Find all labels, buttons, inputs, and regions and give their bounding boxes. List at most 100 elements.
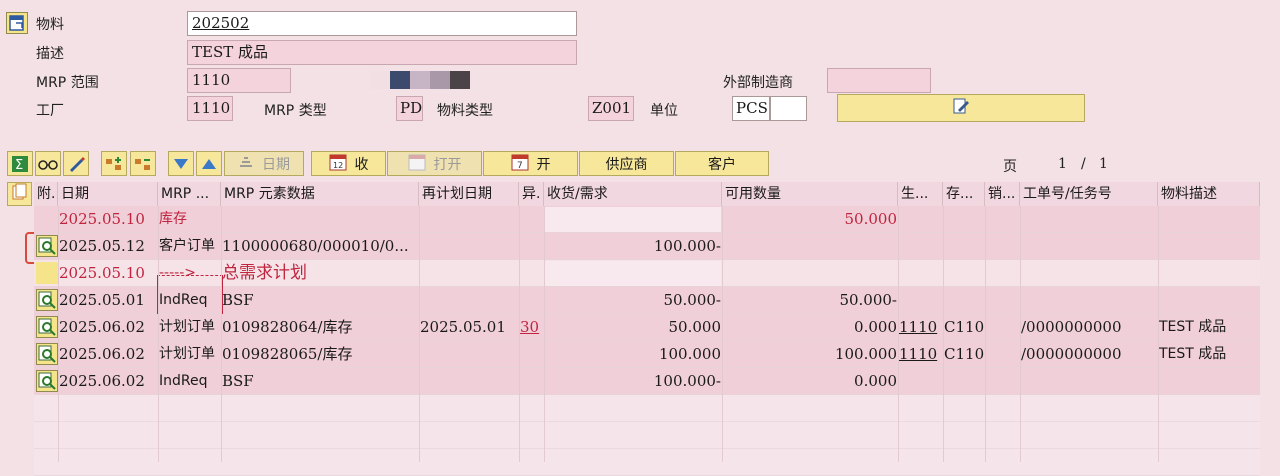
- pencil-icon[interactable]: [63, 151, 89, 176]
- svg-text:12: 12: [333, 161, 343, 170]
- mrp-type-field: PD: [396, 96, 423, 121]
- cell-sales: [986, 233, 1019, 260]
- material-type-field: Z001: [588, 96, 634, 121]
- cell-stor: [944, 287, 984, 314]
- calendar-7-icon: 7: [511, 153, 529, 175]
- date-button[interactable]: 日期: [224, 151, 304, 176]
- cell-desc: [1159, 233, 1259, 260]
- open2-button[interactable]: 7 开: [483, 151, 578, 176]
- mrp-area-field[interactable]: 1110: [187, 68, 291, 93]
- cell-order: [1021, 260, 1157, 287]
- cell-exc[interactable]: 30: [520, 314, 543, 341]
- detail-view-icon[interactable]: [36, 316, 58, 338]
- collapse-icon[interactable]: [130, 151, 156, 176]
- customer-button[interactable]: 客户: [675, 151, 769, 176]
- material-label: 物料: [36, 17, 64, 33]
- blur-patch: [430, 71, 450, 89]
- cell-date: 2025.06.02: [59, 345, 145, 363]
- cell-data: BSF: [222, 291, 254, 309]
- grid-line: [722, 206, 723, 462]
- column-header[interactable]: 销...: [985, 182, 1020, 206]
- cell-mrp: 库存: [159, 211, 187, 227]
- material-value: 202502: [192, 14, 250, 32]
- grid-line: [1158, 206, 1159, 462]
- sort-ascending-icon[interactable]: [196, 151, 222, 176]
- column-header[interactable]: 日期: [58, 182, 158, 206]
- cell-qty: [545, 206, 721, 233]
- blur-patch: [410, 71, 430, 89]
- cell-stor: C110: [944, 345, 984, 363]
- detail-view-icon[interactable]: [36, 235, 58, 257]
- column-header[interactable]: 可用数量: [722, 182, 898, 206]
- cell-prod[interactable]: 1110: [899, 314, 942, 341]
- ext-manufacturer-field[interactable]: [827, 68, 931, 93]
- cell-avail: 0.000: [854, 318, 897, 336]
- cell-qty: [545, 260, 721, 287]
- column-header[interactable]: MRP 元素数据: [221, 182, 419, 206]
- blur-patch: [370, 71, 390, 89]
- description-field: TEST 成品: [187, 40, 577, 65]
- cell-desc: TEST 成品: [1159, 346, 1227, 362]
- cell-date: 2025.06.02: [59, 372, 145, 390]
- sum-icon[interactable]: Σ: [7, 151, 33, 176]
- svg-text:Σ: Σ: [15, 158, 23, 173]
- cell-prod: [899, 287, 942, 314]
- unit-extra-field[interactable]: [770, 96, 807, 121]
- cell-order: [1021, 206, 1157, 233]
- detail-view-icon[interactable]: [36, 370, 58, 392]
- expand-icon[interactable]: [101, 151, 127, 176]
- grid-line: [898, 206, 899, 462]
- edit-button[interactable]: [837, 94, 1085, 122]
- column-header[interactable]: 生...: [898, 182, 943, 206]
- grid-line: [519, 206, 520, 462]
- open-button[interactable]: 打开: [387, 151, 482, 176]
- page-total: 1: [1099, 156, 1108, 172]
- date-filter-icon: [238, 154, 254, 174]
- cell-data: 0109828065/库存: [222, 345, 353, 363]
- detail-view-icon[interactable]: [36, 343, 58, 365]
- cell-avail: 0.000: [854, 372, 897, 390]
- sort-descending-icon[interactable]: [168, 151, 194, 176]
- cell-sales: [986, 206, 1019, 233]
- column-header[interactable]: 工单号/任务号: [1020, 182, 1158, 206]
- cell-desc: TEST 成品: [1159, 319, 1227, 335]
- cell-qty: 100.000-: [653, 372, 721, 390]
- mrp-area-label: MRP 范围: [36, 75, 99, 91]
- cell-date: 2025.05.10: [59, 264, 145, 282]
- glasses-icon[interactable]: [35, 151, 61, 176]
- blur-patch: [450, 71, 470, 89]
- calendar-disabled-icon: [408, 153, 426, 175]
- supplier-button[interactable]: 供应商: [579, 151, 674, 176]
- receipt-button[interactable]: 12 收: [311, 151, 386, 176]
- column-header[interactable]: MRP ...: [158, 182, 221, 206]
- detail-view-icon[interactable]: [36, 289, 58, 311]
- column-header[interactable]: 附.: [34, 182, 58, 206]
- blur-patch: [390, 71, 410, 89]
- edit-document-icon: [952, 97, 970, 119]
- column-header[interactable]: 存...: [943, 182, 985, 206]
- cell-avail: [723, 233, 897, 260]
- cell-prod: [899, 260, 942, 287]
- cell-order: [1021, 233, 1157, 260]
- date-button-label: 日期: [262, 156, 290, 173]
- cell-date: 2025.05.01: [59, 291, 145, 309]
- cell-resched: 2025.05.01: [420, 318, 506, 336]
- cell-desc: [1159, 260, 1259, 287]
- column-header[interactable]: 物料描述: [1158, 182, 1260, 206]
- column-header[interactable]: 收货/需求: [544, 182, 722, 206]
- material-field[interactable]: 202502: [187, 11, 577, 36]
- grid-line: [1020, 206, 1021, 462]
- column-header[interactable]: 再计划日期: [419, 182, 519, 206]
- cell-data: 1100000680/000010/0...: [222, 237, 409, 255]
- cell-exc: [520, 368, 543, 395]
- column-header[interactable]: 异.: [519, 182, 544, 206]
- cell-order: /0000000000: [1021, 318, 1122, 336]
- material-overview-icon[interactable]: [6, 12, 28, 34]
- cell-stor: [944, 233, 984, 260]
- cell-data: 0109828064/库存: [222, 318, 353, 336]
- cell-desc: [1159, 368, 1259, 395]
- cell-exc: [520, 287, 543, 314]
- cell-prod[interactable]: 1110: [899, 341, 942, 368]
- cell-resched: [420, 287, 518, 314]
- grid-line: [419, 206, 420, 462]
